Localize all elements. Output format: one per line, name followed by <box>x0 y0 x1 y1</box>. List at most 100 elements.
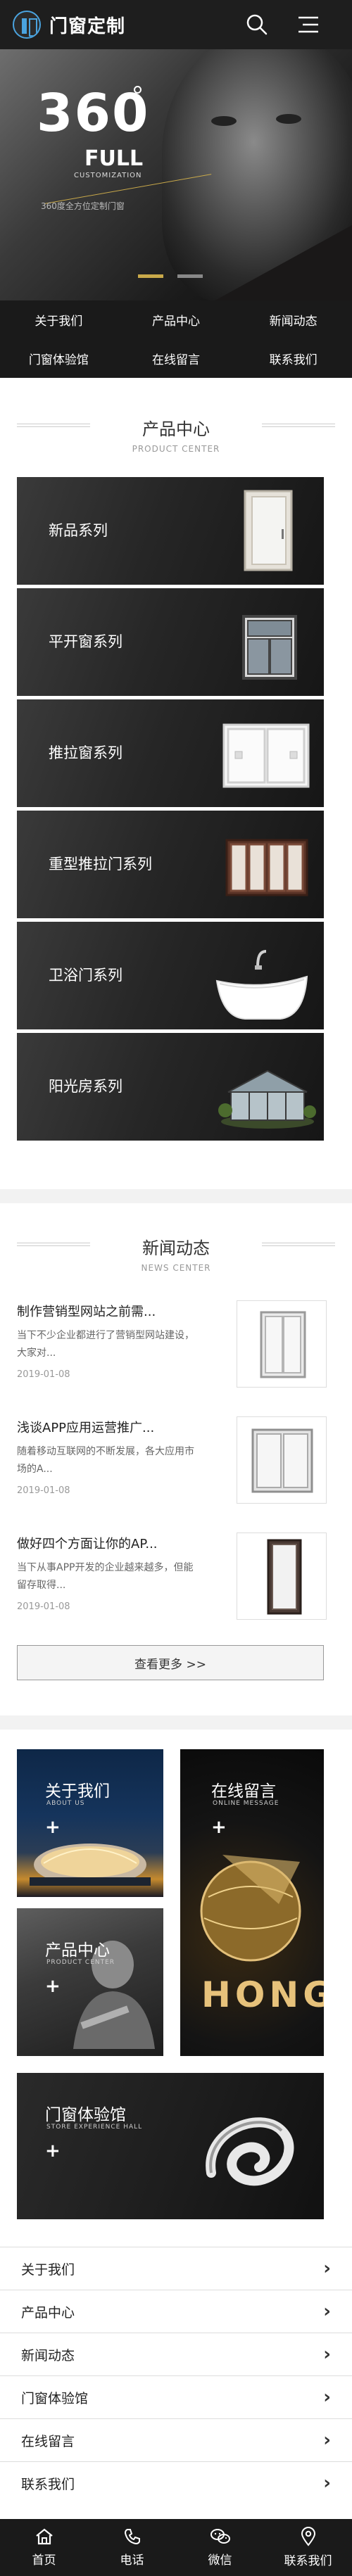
product-card-bathroom-door[interactable]: 卫浴门系列 <box>17 922 324 1029</box>
hero-banner[interactable]: 360 FULL CUSTOMIZATION 360度全方位定制门窗 <box>0 49 352 300</box>
footer-link[interactable]: 联系我们 › <box>0 2461 352 2504</box>
section-separator <box>0 1715 352 1730</box>
title-decor-lines <box>17 1243 90 1246</box>
carousel-dot[interactable] <box>177 274 203 278</box>
chevron-right-icon: › <box>323 2430 331 2451</box>
title-decor-lines <box>17 424 90 427</box>
news-desc: 随着移动互联网的不断发展，各大应用市场的A... <box>17 1446 194 1475</box>
search-icon[interactable] <box>245 13 269 37</box>
tile-subtitle: ABOUT US <box>46 1800 85 1807</box>
bottom-tab-bar: 首页 电话 微信 联系我们 <box>0 2519 352 2576</box>
tile-subtitle: STORE EXPERIENCE HALL <box>46 2124 143 2131</box>
footer-link-label: 产品中心 <box>21 2304 75 2321</box>
section-title: 新闻动态 <box>142 1238 210 1258</box>
product-card-casement[interactable]: 平开窗系列 <box>17 588 324 696</box>
product-card-sunroom[interactable]: 阳光房系列 <box>17 1033 324 1141</box>
section-separator <box>0 1189 352 1203</box>
product-name: 平开窗系列 <box>49 633 122 650</box>
logo-icon[interactable] <box>13 11 41 39</box>
golden-globe-image <box>200 1855 301 1962</box>
brand-title[interactable]: 门窗定制 <box>49 12 125 38</box>
tile-title: 关于我们 <box>45 1782 110 1801</box>
tab-phone[interactable]: 电话 <box>88 2519 176 2576</box>
section-subtitle: PRODUCT CENTER <box>132 444 220 454</box>
tile-subtitle: PRODUCT CENTER <box>46 1959 115 1966</box>
news-date: 2019-01-08 <box>17 1601 70 1612</box>
tab-contact[interactable]: 联系我们 <box>264 2519 352 2576</box>
news-desc: 当下从事APP开发的企业越来越多，但能留存取得... <box>17 1562 194 1591</box>
footer-link[interactable]: 门窗体验馆 › <box>0 2375 352 2418</box>
door-image-icon <box>267 1539 302 1615</box>
tab-label: 联系我们 <box>284 2554 332 2568</box>
tab-label: 电话 <box>120 2553 144 2568</box>
tile-about-us[interactable]: 关于我们 ABOUT US + <box>17 1749 163 1897</box>
page: 门窗定制 360 FULL CUSTOMIZATION 360度全方位定制门窗 … <box>0 0 352 2576</box>
news-title[interactable]: 做好四个方面让你的AP... <box>17 1534 200 1552</box>
footer-link-label: 新闻动态 <box>21 2347 75 2364</box>
footer-link[interactable]: 关于我们 › <box>0 2247 352 2290</box>
product-name: 重型推拉门系列 <box>49 856 152 873</box>
view-more-news-button[interactable]: 查看更多 >> <box>17 1645 324 1680</box>
footer-link[interactable]: 新闻动态 › <box>0 2333 352 2375</box>
top-header: 门窗定制 <box>0 0 352 49</box>
tile-online-message[interactable]: HONGYU 在线留言 ONLINE MESSAGE + <box>180 1749 324 2056</box>
home-icon <box>35 2528 53 2545</box>
product-name: 新品系列 <box>49 522 108 539</box>
tile-subtitle: ONLINE MESSAGE <box>213 1800 279 1807</box>
title-decor-lines <box>262 424 335 427</box>
tile-product-center[interactable]: 产品中心 PRODUCT CENTER + <box>17 1908 163 2056</box>
footer-link-label: 联系我们 <box>21 2476 75 2492</box>
quick-nav-item[interactable]: 关于我们 <box>0 300 118 339</box>
news-thumbnail[interactable] <box>237 1533 327 1620</box>
door-thumbnail-icon <box>244 490 293 571</box>
product-card-new[interactable]: 新品系列 <box>17 477 324 585</box>
menu-icon[interactable] <box>296 14 321 35</box>
chevron-right-icon: › <box>323 2473 331 2494</box>
tab-label: 微信 <box>208 2553 232 2568</box>
window-image-icon <box>251 1428 313 1493</box>
product-name: 推拉窗系列 <box>49 744 122 761</box>
footer-link-list: 关于我们 › 产品中心 › 新闻动态 › 门窗体验馆 › 在线留言 › 联系我们 › <box>0 2247 352 2504</box>
tile-title: 产品中心 <box>45 1941 110 1960</box>
plus-icon: + <box>45 1817 61 1838</box>
tile-experience-hall[interactable]: 门窗体验馆 STORE EXPERIENCE HALL + <box>17 2073 324 2219</box>
banner-sub-cn: 360度全方位定制门窗 <box>41 201 125 211</box>
product-card-heavy-sliding-door[interactable]: 重型推拉门系列 <box>17 811 324 918</box>
banner-sub-en: CUSTOMIZATION <box>74 172 142 179</box>
footer-link[interactable]: 在线留言 › <box>0 2418 352 2461</box>
news-thumbnail[interactable] <box>237 1416 327 1504</box>
title-decor-lines <box>262 1243 335 1246</box>
tab-home[interactable]: 首页 <box>0 2519 88 2576</box>
tab-wechat[interactable]: 微信 <box>176 2519 264 2576</box>
chevron-right-icon: › <box>323 2258 331 2279</box>
sculpture-image <box>206 2117 294 2186</box>
news-item[interactable]: 制作营销型网站之前需... 当下不少企业都进行了营销型网站建设，大家对... 2… <box>17 1300 327 1392</box>
plus-icon: + <box>211 1817 227 1838</box>
footer-link[interactable]: 产品中心 › <box>0 2290 352 2333</box>
news-title[interactable]: 浅谈APP应用运营推广... <box>17 1418 200 1436</box>
wechat-icon <box>210 2529 230 2544</box>
product-name: 阳光房系列 <box>49 1078 122 1095</box>
degree-symbol <box>134 86 142 94</box>
chevron-right-icon: › <box>323 2387 331 2408</box>
door-thumbnail-icon <box>225 839 308 896</box>
footer-link-label: 关于我们 <box>21 2261 75 2278</box>
footer-link-label: 在线留言 <box>21 2433 75 2449</box>
quick-nav-item[interactable]: 门窗体验馆 <box>0 339 118 378</box>
carousel-dot-active[interactable] <box>138 274 163 278</box>
quick-nav-item[interactable]: 在线留言 <box>118 339 235 378</box>
quick-nav-item[interactable]: 产品中心 <box>118 300 235 339</box>
product-card-sliding-window[interactable]: 推拉窗系列 <box>17 699 324 807</box>
news-item[interactable]: 浅谈APP应用运营推广... 随着移动互联网的不断发展，各大应用市场的A... … <box>17 1416 327 1508</box>
tile-title: 门窗体验馆 <box>45 2106 126 2124</box>
sunroom-thumbnail-icon <box>218 1070 316 1129</box>
quick-nav-item[interactable]: 新闻动态 <box>234 300 352 339</box>
news-heading: 新闻动态 NEWS CENTER <box>0 1234 352 1273</box>
window-image-icon <box>260 1311 306 1378</box>
news-thumbnail[interactable] <box>237 1300 327 1388</box>
news-item[interactable]: 做好四个方面让你的AP... 当下从事APP开发的企业越来越多，但能留存取得..… <box>17 1533 327 1624</box>
tab-label: 首页 <box>32 2553 56 2568</box>
banner-decor-triangle <box>211 225 352 300</box>
quick-nav-item[interactable]: 联系我们 <box>234 339 352 378</box>
news-title[interactable]: 制作营销型网站之前需... <box>17 1302 200 1320</box>
